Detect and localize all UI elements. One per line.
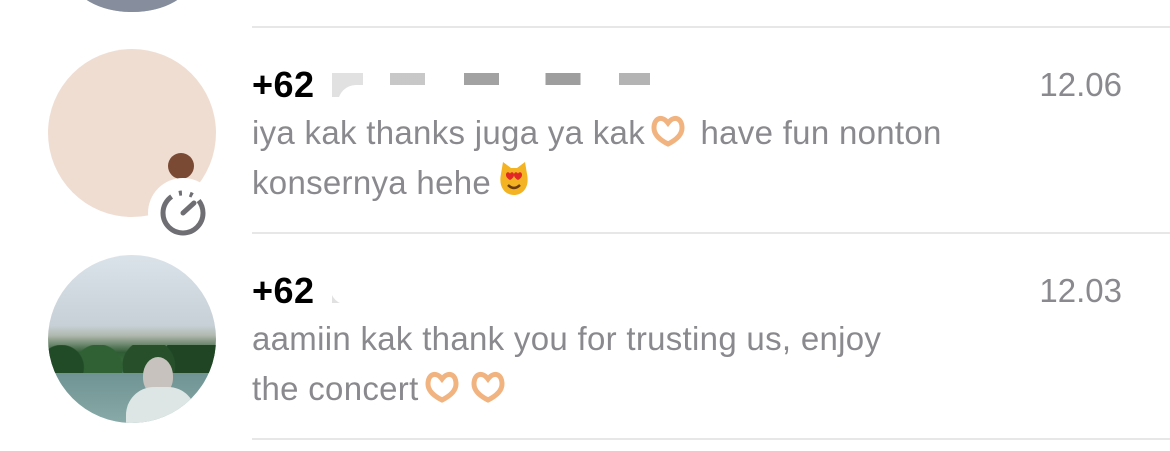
chat-name: +62 (252, 64, 315, 105)
row-divider-bottom (252, 438, 1170, 440)
profile-icon (168, 153, 194, 179)
message-text-continued: have fun nonton (700, 114, 942, 151)
heart-hands-icon (471, 371, 505, 403)
message-text-second-line: the concert (252, 370, 419, 407)
chat-name: +62 (252, 270, 315, 311)
person-photo-body (126, 387, 196, 423)
landscape-trees (48, 345, 216, 373)
chat-row-2[interactable]: +62 12.03 aamiin kak thank you for trust… (0, 234, 1170, 439)
message-text: iya kak thanks juga ya kak (252, 114, 646, 151)
redaction-mark (330, 265, 656, 305)
heart-hands-icon (651, 115, 685, 147)
message-text-second-line: konsernya hehe (252, 164, 492, 201)
cat-heart-eyes-icon (500, 162, 528, 195)
previous-chat-avatar[interactable] (72, 0, 192, 12)
message-preview: iya kak thanks juga ya kak have fun nont… (252, 108, 1052, 208)
heart-hands-icon (425, 371, 459, 403)
message-time: 12.03 (1039, 272, 1122, 309)
message-time: 12.06 (1039, 66, 1122, 103)
contact-photo-avatar[interactable] (48, 255, 216, 423)
message-text: aamiin kak thank you for trusting us, en… (252, 320, 882, 357)
chat-row-1[interactable]: +62 12.06 iya kak thanks juga ya kak hav… (0, 28, 1170, 248)
message-preview: aamiin kak thank you for trusting us, en… (252, 314, 1052, 414)
